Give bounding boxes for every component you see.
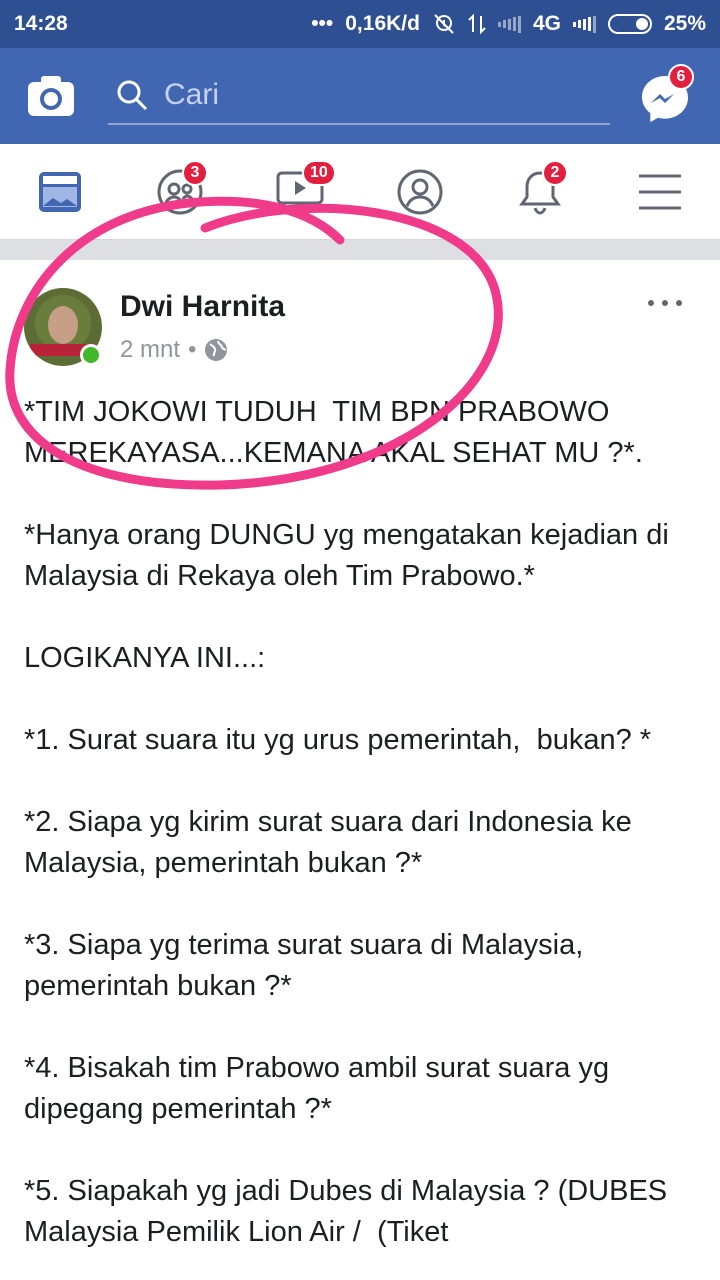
tab-friends[interactable]: 3 [140,152,220,232]
signal-icon [497,15,521,33]
status-dots: ••• [311,12,334,35]
status-time: 14:28 [14,12,68,35]
post-paragraph: *TIM JOKOWI TUDUH TIM BPN PRABOWO MEREKA… [24,396,643,469]
tab-menu[interactable] [620,152,700,232]
data-transfer-icon [468,12,486,36]
battery-icon [607,14,652,34]
status-bar: 14:28 ••• 0,16K/d 4G 25% [0,0,720,48]
meta-separator: • [188,336,197,363]
notifications-badge: 2 [542,159,568,186]
post-more-button[interactable] [648,296,682,310]
post-paragraph: *1. Surat suara itu yg urus pemerintah, … [24,724,652,756]
tab-profile[interactable] [380,152,460,232]
messenger-button[interactable]: 6 [638,64,696,126]
feed-separator [0,240,720,260]
app-header: 6 [0,48,720,144]
status-indicators: ••• 0,16K/d 4G 25% [311,12,706,36]
author-name[interactable]: Dwi Harnita [120,290,285,324]
friends-badge: 3 [182,159,208,186]
nav-tabs: 3 10 2 [0,144,720,240]
online-status-dot [80,344,102,366]
post-meta: 2 mnt • [120,336,228,364]
news-feed-icon [39,171,81,212]
signal-icon [572,15,596,33]
network-type: 4G [532,12,561,35]
tab-notifications[interactable]: 2 [500,152,580,232]
post-header: Dwi Harnita 2 mnt • [0,260,720,380]
watch-badge: 10 [302,159,336,186]
messenger-badge: 6 [668,64,694,90]
post-paragraph: *5. Siapakah yg jadi Dubes di Malaysia ?… [24,1175,676,1248]
post-paragraph: *3. Siapa yg terima surat suara di Malay… [24,929,592,1002]
search-bar[interactable] [108,67,610,125]
post-paragraph: *Hanya orang DUNGU yg mengatakan kejadia… [24,519,677,592]
camera-icon [28,76,74,116]
post-time[interactable]: 2 mnt [120,336,180,364]
menu-icon [639,174,681,209]
battery-level: 25% [663,12,706,35]
tab-news-feed[interactable] [20,152,100,232]
post-card: Dwi Harnita 2 mnt • *TIM JOKOWI TUDUH TI… [0,260,720,1280]
globe-icon [205,339,228,361]
post-paragraph: *2. Siapa yg kirim surat suara dari Indo… [24,806,640,879]
post-paragraph: LOGIKANYA INI...: [24,642,266,674]
status-speed: 0,16K/d [345,12,420,35]
alarm-off-icon [432,12,456,36]
post-body: *TIM JOKOWI TUDUH TIM BPN PRABOWO MEREKA… [24,392,704,1280]
camera-button[interactable] [24,69,78,123]
tab-watch[interactable]: 10 [260,152,340,232]
profile-icon [397,169,443,214]
search-icon [117,80,148,111]
post-paragraph: *4. Bisakah tim Prabowo ambil surat suar… [24,1052,618,1125]
search-input[interactable] [164,78,584,112]
